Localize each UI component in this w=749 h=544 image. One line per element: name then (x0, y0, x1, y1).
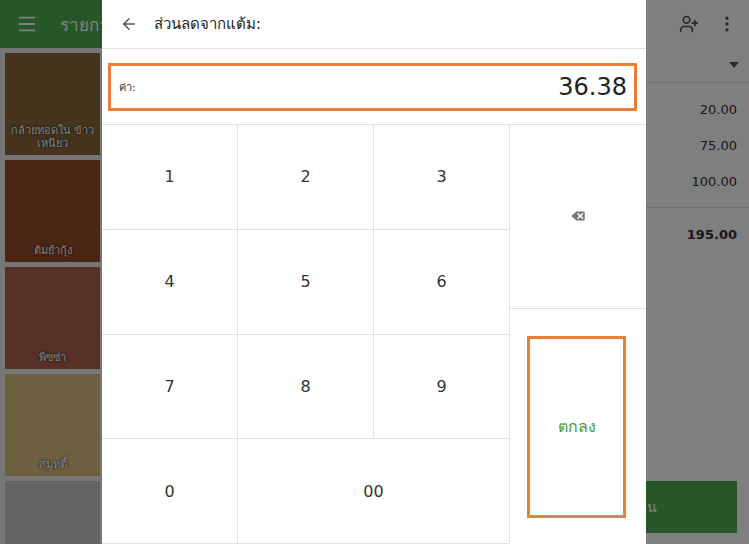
dialog-title: ส่วนลดจากแต้ม: (154, 12, 261, 36)
ok-cell: ตกลง (510, 309, 646, 544)
dialog-header: ส่วนลดจากแต้ม: (102, 0, 646, 49)
digit-key[interactable]: 2 (238, 125, 374, 230)
back-arrow-icon[interactable] (120, 15, 138, 33)
ok-button[interactable]: ตกลง (527, 336, 626, 519)
digit-key[interactable]: 4 (102, 230, 238, 335)
pos-screen: รายการกล้วยทอดใน ข้าวเหนียวต้มยำกุ้งพิซซ… (0, 0, 749, 544)
digit-key[interactable]: 0 (102, 439, 238, 544)
backspace-key[interactable] (510, 125, 646, 309)
discount-dialog: ส่วนลดจากแต้ม:ค่า:36.38123456789000ตกลง (102, 0, 646, 544)
field-value: 36.38 (558, 73, 627, 101)
field-label: ค่า: (119, 78, 136, 96)
keypad-side: ตกลง (510, 125, 646, 544)
digit-key[interactable]: 3 (374, 125, 510, 230)
digit-key[interactable]: 5 (238, 230, 374, 335)
backspace-icon (569, 207, 587, 225)
value-field[interactable]: ค่า: 36.38 (108, 63, 637, 111)
digit-grid: 123456789000 (102, 125, 510, 544)
value-field-wrap: ค่า: 36.38 (102, 49, 646, 125)
digit-key[interactable]: 00 (238, 439, 510, 544)
digit-key[interactable]: 9 (374, 335, 510, 440)
digit-key[interactable]: 6 (374, 230, 510, 335)
digit-key[interactable]: 1 (102, 125, 238, 230)
digit-key[interactable]: 7 (102, 335, 238, 440)
digit-key[interactable]: 8 (238, 335, 374, 440)
keypad: 123456789000ตกลง (102, 125, 646, 544)
